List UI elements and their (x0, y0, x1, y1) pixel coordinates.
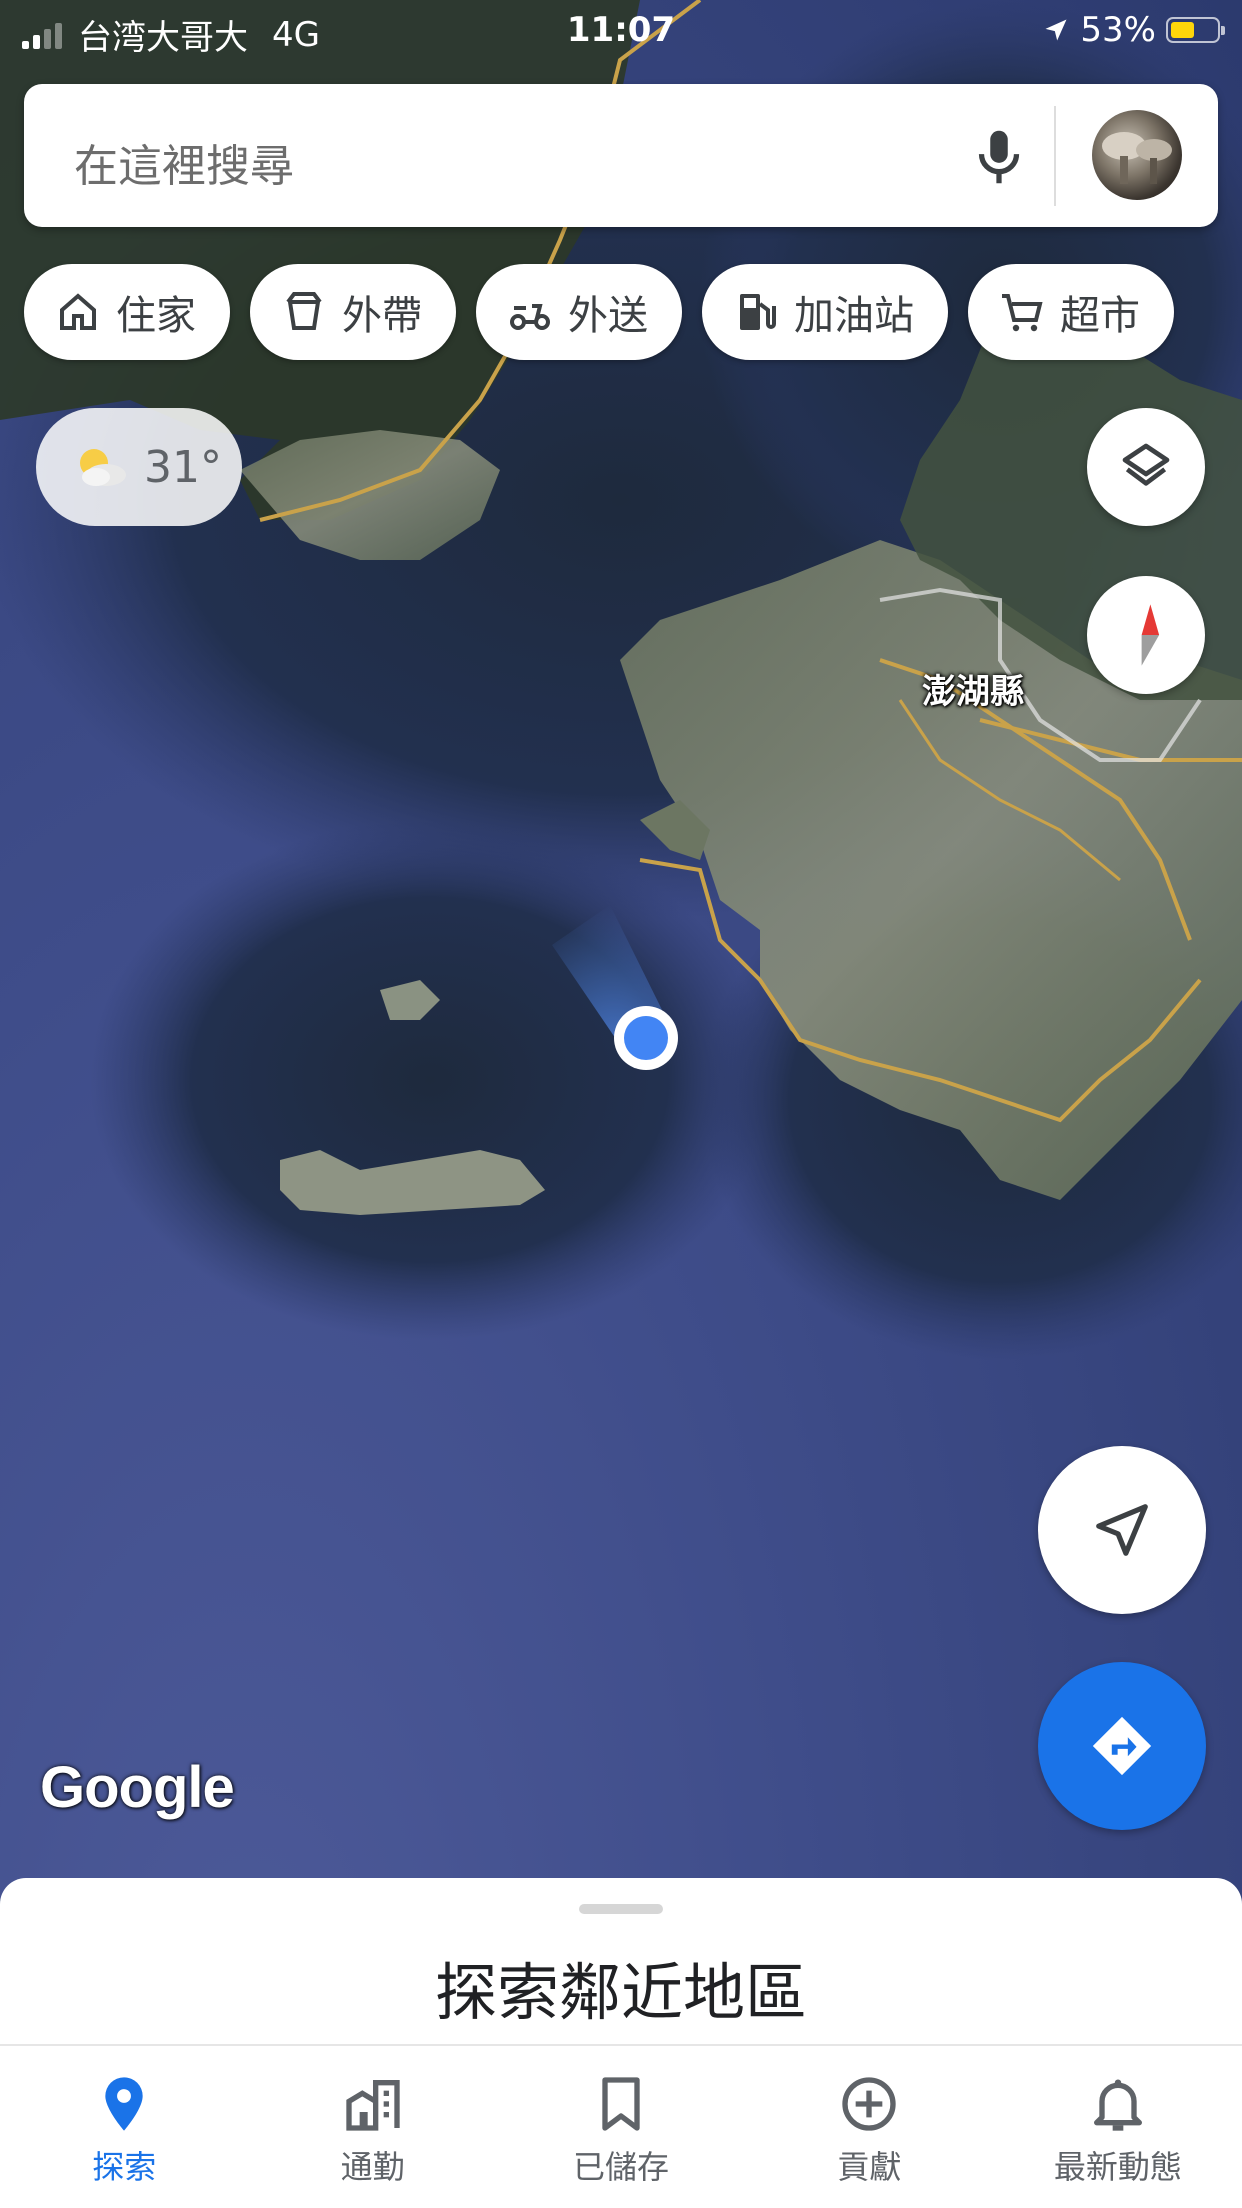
tab-label: 探索 (92, 2148, 157, 2186)
location-arrow-icon (1045, 19, 1067, 41)
tab-label: 貢獻 (837, 2148, 902, 2186)
commute-buildings-icon (345, 2080, 400, 2131)
battery-icon (1166, 17, 1225, 43)
tab-label: 通勤 (340, 2148, 405, 2186)
bookmark-icon (602, 2077, 640, 2131)
chip-gas-station[interactable]: 加油站 (702, 264, 948, 360)
tab-updates[interactable]: 最新動態 (994, 2046, 1242, 2208)
chip-label: 加油站 (794, 293, 914, 339)
sheet-handle[interactable] (579, 1904, 663, 1914)
add-circle-icon (842, 2077, 897, 2131)
chip-home[interactable]: 住家 (24, 264, 230, 360)
chip-label: 外送 (568, 293, 648, 339)
tab-label: 最新動態 (1053, 2148, 1182, 2186)
mic-icon[interactable] (964, 122, 1034, 192)
partly-cloudy-icon (80, 449, 126, 486)
my-location-button[interactable] (1038, 1446, 1206, 1614)
weather-temp: 31° (144, 441, 222, 493)
status-bar: 台湾大哥大 4G 11:07 53% (0, 0, 1242, 64)
explore-pin-icon (105, 2077, 143, 2131)
search-bar[interactable]: 在這裡搜尋 (24, 84, 1218, 227)
bell-icon (1093, 2079, 1142, 2131)
explore-sheet[interactable]: 探索鄰近地區 (0, 1878, 1242, 2048)
tab-contribute[interactable]: 貢獻 (745, 2046, 993, 2208)
gas-station-icon (740, 294, 776, 330)
chip-delivery[interactable]: 外送 (476, 264, 682, 360)
directions-icon (1092, 1716, 1152, 1776)
tab-saved[interactable]: 已儲存 (497, 2046, 745, 2208)
chip-label: 超市 (1060, 293, 1140, 339)
search-input[interactable]: 在這裡搜尋 (74, 130, 294, 194)
takeout-icon (286, 292, 322, 330)
tab-explore[interactable]: 探索 (0, 2046, 248, 2208)
location-dot (624, 1016, 668, 1060)
weather-badge[interactable]: 31° (36, 408, 242, 526)
compass-icon (1141, 604, 1160, 666)
directions-button[interactable] (1038, 1662, 1206, 1830)
chip-label: 外帶 (342, 293, 422, 339)
status-right: 53% (1042, 10, 1225, 50)
battery-percent: 53% (1080, 10, 1156, 50)
home-icon (60, 293, 96, 330)
sheet-title: 探索鄰近地區 (434, 1956, 807, 2029)
category-chips: 住家 外帶 外送 加油站 超市 (24, 264, 1174, 360)
chip-label: 住家 (116, 293, 196, 339)
compass-button[interactable] (1087, 576, 1205, 694)
bottom-nav: 探索 通勤 已儲存 貢獻 最新動態 (0, 2044, 1242, 2208)
delivery-icon (510, 304, 550, 330)
avatar-image (1102, 132, 1172, 184)
search-divider (1054, 106, 1056, 206)
tab-commute[interactable]: 通勤 (248, 2046, 496, 2208)
layers-button[interactable] (1087, 408, 1205, 526)
chip-takeout[interactable]: 外帶 (250, 264, 456, 360)
my-location-icon (1096, 1504, 1148, 1556)
cart-icon (1002, 294, 1043, 332)
chip-supermarket[interactable]: 超市 (968, 264, 1174, 360)
layers-icon (1122, 443, 1170, 486)
map-place-label[interactable]: 澎湖縣 (922, 664, 1024, 713)
profile-avatar[interactable] (1092, 110, 1182, 200)
google-watermark: Google (40, 1755, 235, 1820)
tab-label: 已儲存 (573, 2148, 670, 2186)
